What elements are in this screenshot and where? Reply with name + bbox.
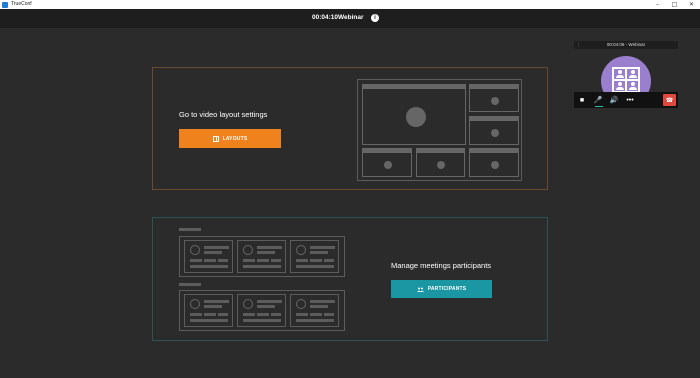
layouts-button[interactable]: LAYOUTS (179, 129, 281, 148)
participant-card-illustration (237, 294, 286, 327)
participants-button-label: PARTICIPANTS (427, 286, 467, 292)
mini-window-video (574, 49, 678, 106)
people-icon (416, 287, 424, 292)
layout-grid-icon (212, 135, 219, 142)
participant-card-illustration (290, 294, 339, 327)
layouts-label: Go to video layout settings (179, 110, 268, 119)
app-logo-icon (2, 1, 8, 8)
participants-grid-icon (612, 67, 640, 93)
layout-illustration-tile (362, 148, 412, 177)
layout-illustration-tile (469, 148, 519, 177)
close-button[interactable]: ✕ (683, 0, 700, 9)
window-controls: – □ ✕ (649, 0, 700, 9)
layout-illustration (357, 79, 522, 181)
more-options-icon[interactable]: ••• (622, 92, 638, 108)
participant-card-illustration (184, 294, 233, 327)
info-icon[interactable]: i (371, 14, 379, 22)
maximize-button[interactable]: □ (666, 0, 683, 9)
camera-icon[interactable]: ■ (574, 92, 590, 108)
participant-card-illustration (184, 240, 233, 273)
conference-timer: 00:04:10 (312, 14, 339, 21)
participant-card-illustration (237, 240, 286, 273)
conference-header: 00:04:10 Webinar i (0, 9, 700, 28)
app-title: TrueConf (11, 1, 32, 7)
speaker-icon[interactable]: 🔊 (606, 92, 622, 108)
mini-conference-window[interactable]: 00:04:06 - Webinar ⋮ ■ 🎤 🔊 ••• ☎ (574, 41, 678, 108)
layout-illustration-tile (416, 148, 465, 177)
window-titlebar: TrueConf – □ ✕ (0, 0, 700, 9)
participants-button[interactable]: PARTICIPANTS (391, 280, 492, 298)
conference-name: Webinar (338, 14, 364, 21)
layouts-button-label: LAYOUTS (222, 135, 248, 142)
participants-illustration (179, 228, 347, 333)
mic-level-indicator (595, 106, 603, 107)
participant-card-illustration (290, 240, 339, 273)
layout-illustration-tile (469, 116, 519, 145)
participants-label: Manage meetings participants (391, 261, 492, 270)
minimize-button[interactable]: – (649, 0, 666, 9)
mini-window-title[interactable]: 00:04:06 - Webinar (574, 41, 678, 49)
layout-illustration-main-tile (362, 84, 466, 145)
hang-up-button[interactable]: ☎ (663, 94, 676, 106)
layout-illustration-tile (469, 84, 519, 112)
mini-window-toolbar: ■ 🎤 🔊 ••• ☎ (574, 92, 678, 108)
mini-window-menu-icon[interactable]: ⋮ (576, 41, 581, 49)
